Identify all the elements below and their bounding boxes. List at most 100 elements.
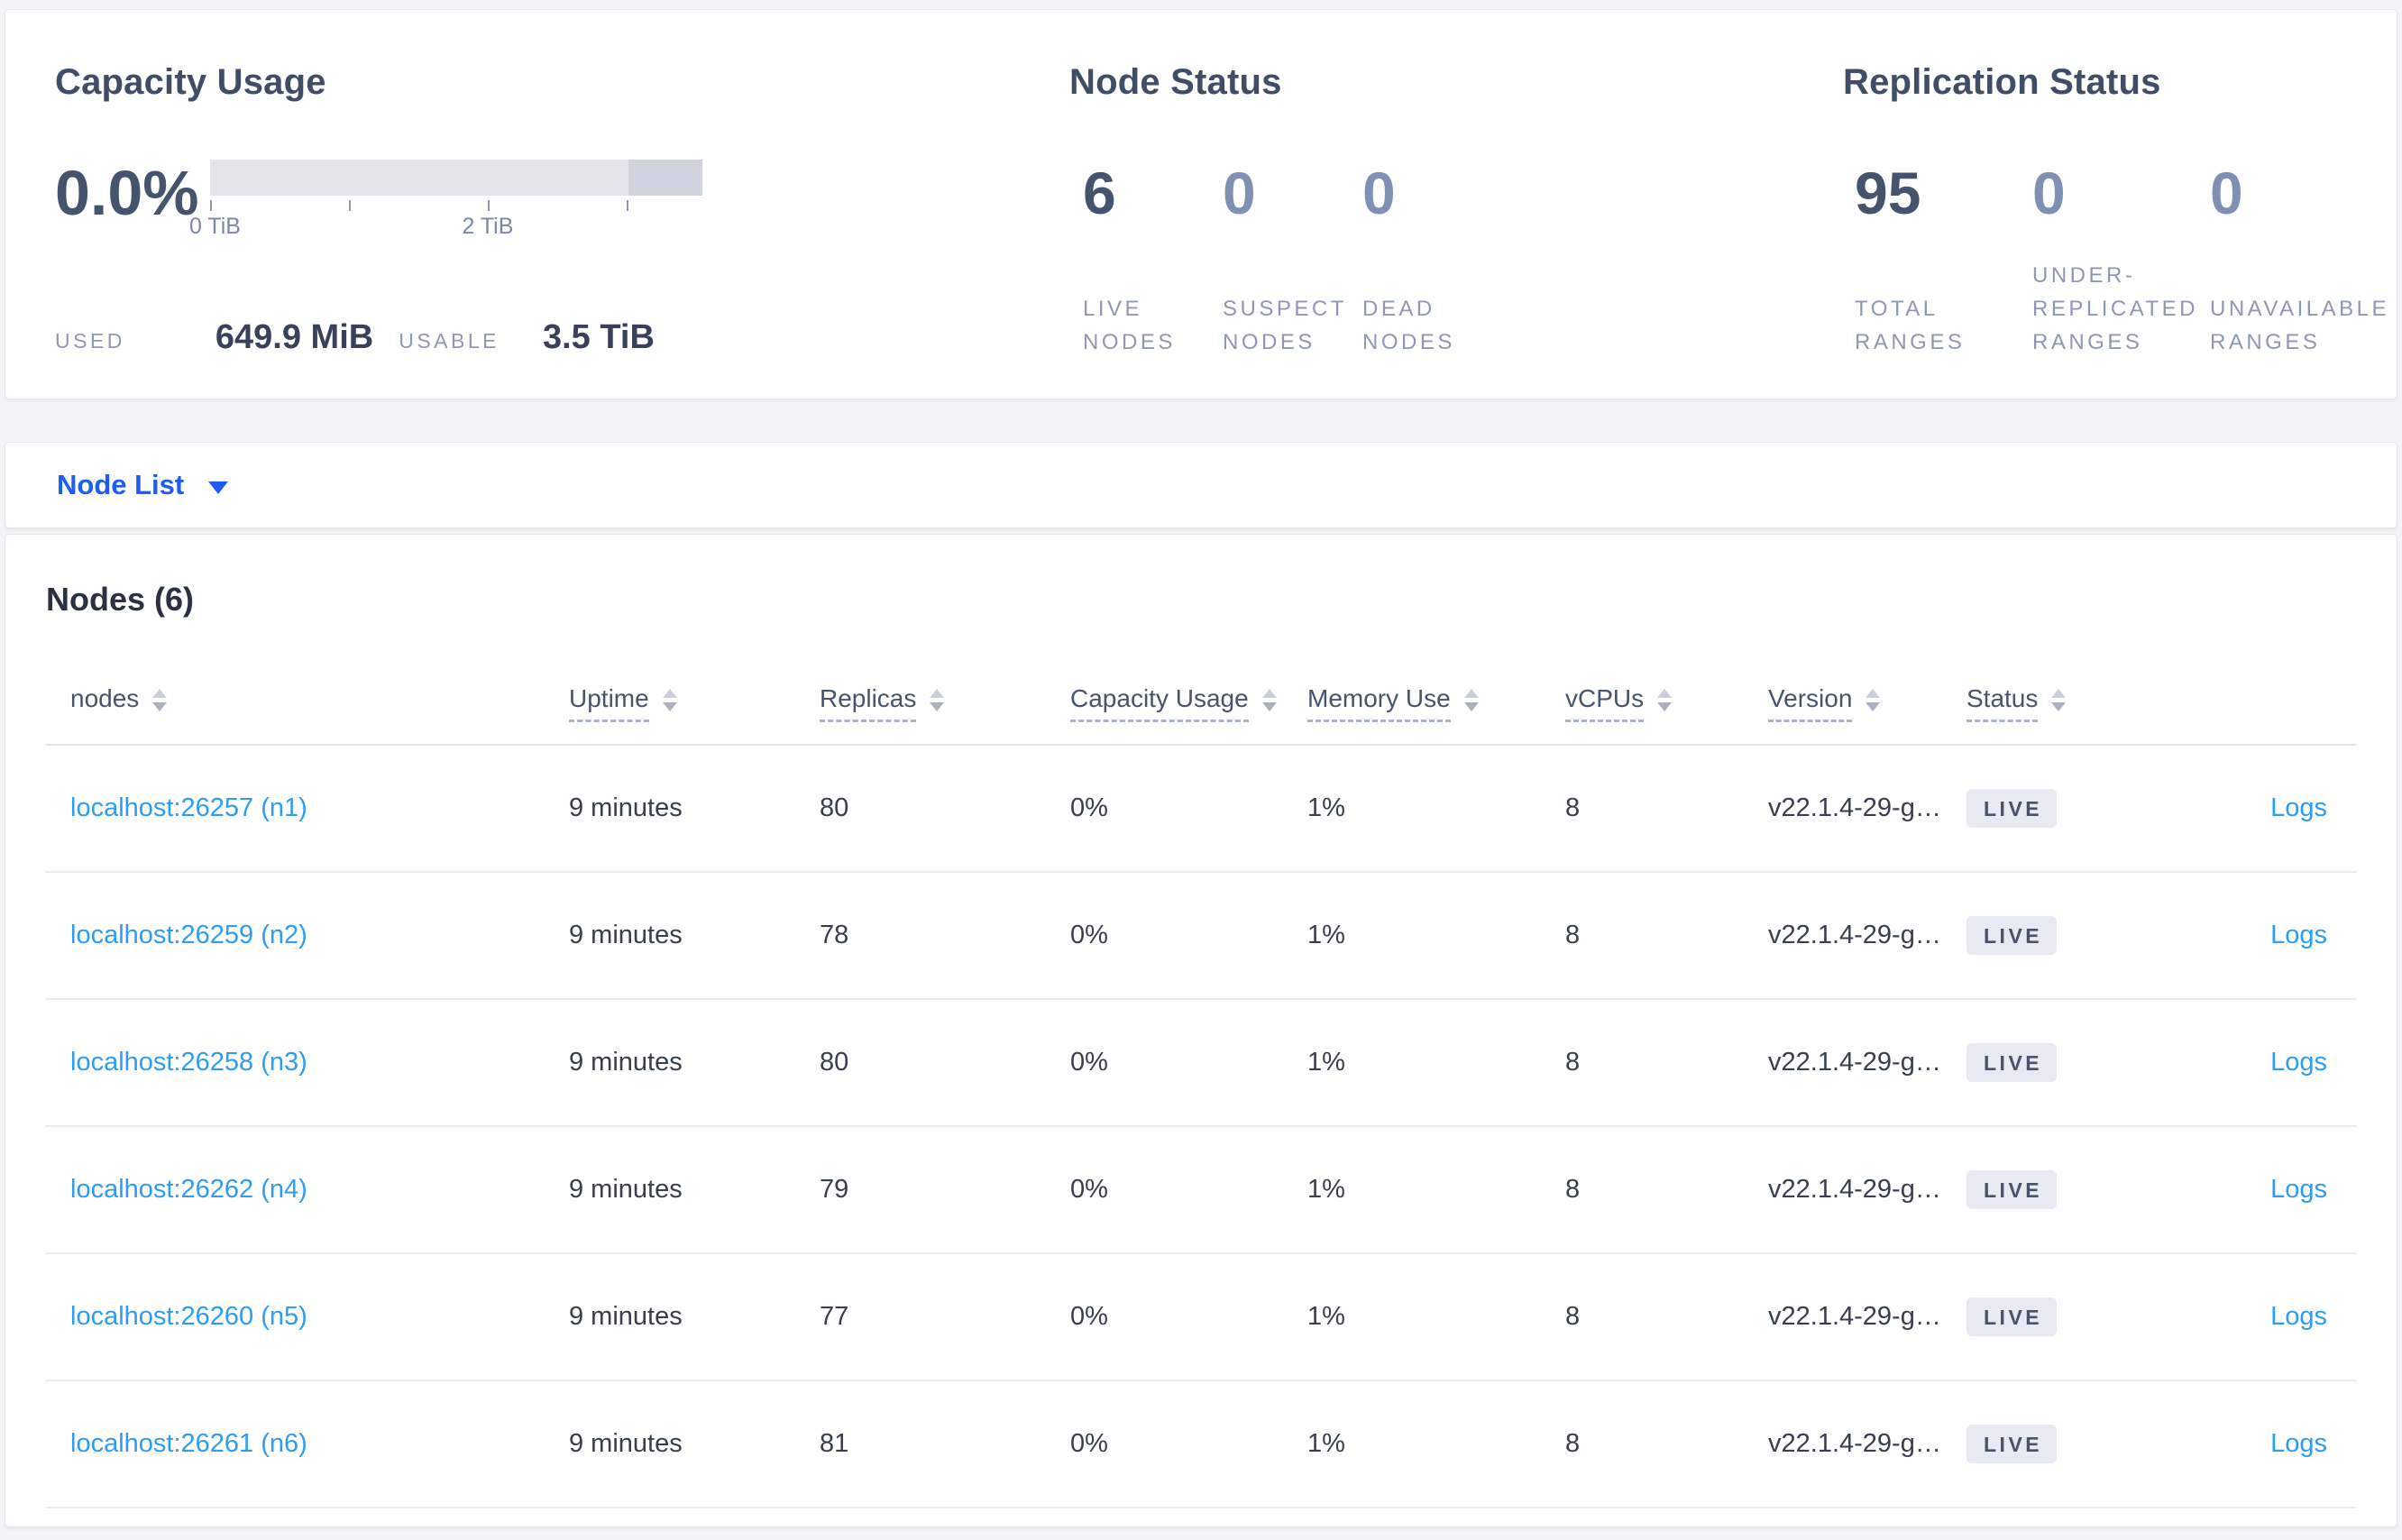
table-row: localhost:26261 (n6) 9 minutes 81 0% 1% 8 v22.… <box>46 1381 2356 1508</box>
logs-link[interactable]: Logs <box>2270 793 2327 822</box>
logs-link[interactable]: Logs <box>2270 921 2327 949</box>
memory-use-cell: 1% <box>1307 793 1345 822</box>
table-row: localhost:26258 (n3) 9 minutes 80 0% 1% 8 v22.… <box>46 1000 2356 1127</box>
metric-label: LIVE NODES <box>1083 297 1176 354</box>
memory-use-cell: 1% <box>1307 1429 1345 1458</box>
column-header-capacity-usage[interactable]: Capacity Usage <box>1070 684 1307 722</box>
node-address-link[interactable]: localhost:26258 (n3) <box>70 1048 307 1077</box>
column-header-label: nodes <box>70 684 140 712</box>
status-badge: LIVE <box>1967 916 2058 955</box>
replicas-cell: 79 <box>820 1175 849 1204</box>
column-header-replicas[interactable]: Replicas <box>820 684 1070 722</box>
replication-status-metric-1: 0 UNDER-REPLICATED RANGES <box>2032 163 2208 359</box>
vcpus-cell: 8 <box>1565 1302 1581 1331</box>
capacity-usage-cell: 0% <box>1070 1429 1108 1458</box>
node-address-link[interactable]: localhost:26259 (n2) <box>70 921 307 949</box>
logs-link[interactable]: Logs <box>2270 1429 2327 1458</box>
version-cell: v22.1.4-29-g… <box>1768 793 1941 822</box>
metric-label: TOTAL RANGES <box>1855 297 1966 354</box>
column-header-label: Uptime <box>569 684 649 722</box>
nodes-table-card: Nodes (6) nodes Uptime Replicas Capacity Us… <box>5 534 2397 1527</box>
capacity-usage-title: Capacity Usage <box>55 62 326 102</box>
status-badge: LIVE <box>1967 789 2058 828</box>
capacity-used-percent: 0.0% <box>55 158 199 228</box>
view-selector-card: Node List <box>5 442 2397 528</box>
sort-arrows-icon <box>2051 689 2067 711</box>
column-header-vcpus[interactable]: vCPUs <box>1565 684 1768 722</box>
vcpus-cell: 8 <box>1565 921 1581 949</box>
column-header-status[interactable]: Status <box>1967 684 2192 722</box>
used-value: 649.9 MiB <box>215 318 374 356</box>
node-status-section: Node Status 6 LIVE NODES 0 SUSPECT NODES 0 DE… <box>1069 10 1843 399</box>
replication-status-title: Replication Status <box>1843 62 2161 102</box>
metric-value: 0 <box>2210 160 2243 226</box>
memory-use-cell: 1% <box>1307 921 1345 949</box>
replication-status-metric-0: 95 TOTAL RANGES <box>1855 163 2031 359</box>
capacity-bar <box>210 160 702 196</box>
status-badge: LIVE <box>1967 1297 2058 1336</box>
column-header-version[interactable]: Version <box>1768 684 1967 722</box>
sort-arrows-icon <box>930 689 945 711</box>
view-selector-dropdown[interactable]: Node List <box>57 469 229 501</box>
node-status-metric-1: 0 SUSPECT NODES <box>1223 163 1344 359</box>
table-row: localhost:26262 (n4) 9 minutes 79 0% 1% 8 v22.… <box>46 1127 2356 1254</box>
nodes-table-title: Nodes (6) <box>46 581 195 618</box>
metric-label: UNDER-REPLICATED RANGES <box>2032 263 2198 354</box>
metric-value: 0 <box>1223 160 1256 226</box>
logs-link[interactable]: Logs <box>2270 1048 2327 1077</box>
column-header-label: Version <box>1768 684 1853 722</box>
metric-value: 6 <box>1083 160 1116 226</box>
uptime-cell: 9 minutes <box>569 921 683 949</box>
column-header-nodes[interactable]: nodes <box>46 684 569 720</box>
capacity-bar-axis <box>210 196 702 212</box>
status-badge: LIVE <box>1967 1043 2058 1082</box>
table-body: localhost:26257 (n1) 9 minutes 80 0% 1% 8 v22.… <box>46 746 2356 1508</box>
capacity-tick-label-0: 0 TiB <box>188 214 241 239</box>
status-badge: LIVE <box>1967 1170 2058 1209</box>
capacity-usage-cell: 0% <box>1070 1175 1108 1204</box>
node-address-link[interactable]: localhost:26262 (n4) <box>70 1175 307 1204</box>
memory-use-cell: 1% <box>1307 1048 1345 1077</box>
logs-link[interactable]: Logs <box>2270 1302 2327 1331</box>
vcpus-cell: 8 <box>1565 1048 1581 1077</box>
vcpus-cell: 8 <box>1565 1175 1581 1204</box>
table-row: localhost:26259 (n2) 9 minutes 78 0% 1% 8 v22.… <box>46 873 2356 1000</box>
metric-value: 95 <box>1855 160 1921 226</box>
replicas-cell: 81 <box>820 1429 849 1458</box>
replicas-cell: 78 <box>820 921 849 949</box>
version-cell: v22.1.4-29-g… <box>1768 1175 1941 1204</box>
view-selector-label: Node List <box>57 469 185 500</box>
column-header-uptime[interactable]: Uptime <box>569 684 820 722</box>
usable-value: 3.5 TiB <box>542 318 655 356</box>
sort-arrows-icon <box>662 689 677 711</box>
version-cell: v22.1.4-29-g… <box>1768 1048 1941 1077</box>
node-address-link[interactable]: localhost:26260 (n5) <box>70 1302 307 1331</box>
vcpus-cell: 8 <box>1565 1429 1581 1458</box>
capacity-bar-dark-segment <box>628 160 702 196</box>
metric-label: UNAVAILABLE RANGES <box>2210 297 2390 354</box>
metric-label: SUSPECT NODES <box>1223 297 1347 354</box>
memory-use-cell: 1% <box>1307 1302 1345 1331</box>
table-row: localhost:26257 (n1) 9 minutes 80 0% 1% 8 v22.… <box>46 746 2356 873</box>
sort-arrows-icon <box>1463 689 1479 711</box>
capacity-usage-cell: 0% <box>1070 921 1108 949</box>
usable-label: USABLE <box>399 329 500 353</box>
column-header-memory-use[interactable]: Memory Use <box>1307 684 1565 722</box>
capacity-tick-label-2: 2 TiB <box>462 214 514 239</box>
uptime-cell: 9 minutes <box>569 1302 683 1331</box>
vcpus-cell: 8 <box>1565 793 1581 822</box>
uptime-cell: 9 minutes <box>569 1175 683 1204</box>
metric-value: 0 <box>1362 160 1396 226</box>
node-address-link[interactable]: localhost:26257 (n1) <box>70 793 307 822</box>
uptime-cell: 9 minutes <box>569 1429 683 1458</box>
node-status-title: Node Status <box>1069 62 1282 102</box>
used-label: USED <box>55 329 125 353</box>
table-row: localhost:26260 (n5) 9 minutes 77 0% 1% 8 v22.… <box>46 1254 2356 1381</box>
column-header-label: Capacity Usage <box>1070 684 1249 722</box>
capacity-usage-cell: 0% <box>1070 1048 1108 1077</box>
sort-arrows-icon <box>1866 689 1881 711</box>
column-header-label: vCPUs <box>1565 684 1645 722</box>
capacity-usage-cell: 0% <box>1070 1302 1108 1331</box>
node-address-link[interactable]: localhost:26261 (n6) <box>70 1429 307 1458</box>
logs-link[interactable]: Logs <box>2270 1175 2327 1204</box>
